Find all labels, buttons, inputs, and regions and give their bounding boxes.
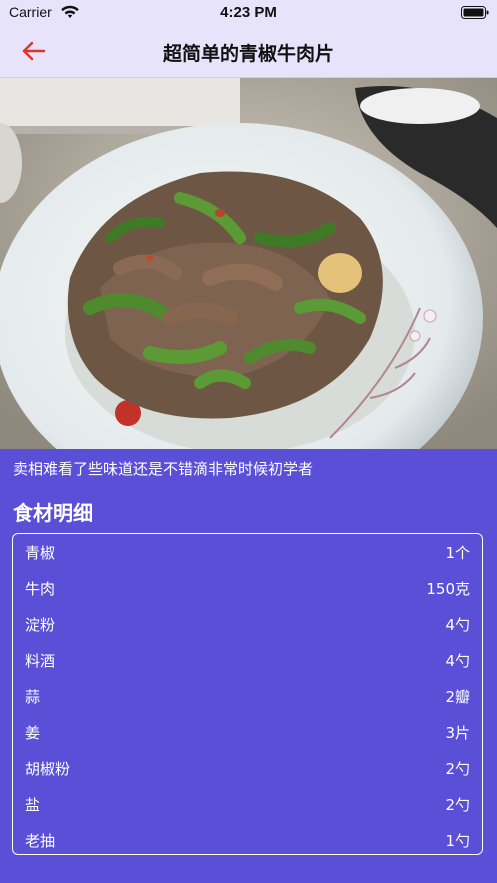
- ingredient-amount: 4勺: [445, 615, 470, 634]
- ingredient-name: 老抽: [25, 831, 56, 850]
- list-item: 青椒 1个: [25, 534, 470, 570]
- ingredient-amount: 2瓣: [445, 687, 470, 706]
- recipe-photo: [0, 78, 497, 449]
- ingredient-name: 料酒: [25, 651, 56, 670]
- page-title: 超简单的青椒牛肉片: [162, 43, 334, 65]
- ingredient-amount: 2勺: [445, 795, 470, 814]
- list-item: 淀粉 4勺: [25, 606, 470, 642]
- list-item: 老抽 1勺: [25, 822, 470, 858]
- ingredient-amount: 4勺: [445, 651, 470, 670]
- ingredient-name: 淀粉: [25, 615, 56, 634]
- ingredient-name: 盐: [25, 795, 41, 814]
- ingredient-amount: 2勺: [445, 759, 470, 778]
- dish-image: [0, 78, 497, 449]
- list-item: 盐 2勺: [25, 786, 470, 822]
- status-bar: Carrier 4:23 PM: [0, 0, 497, 26]
- ingredient-name: 蒜: [25, 687, 41, 706]
- list-item: 牛肉 150克: [25, 570, 470, 606]
- ingredients-list: 青椒 1个 牛肉 150克 淀粉 4勺 料酒 4勺 蒜 2瓣 姜 3片 胡椒粉 2勺 盐 2勺 …: [12, 533, 483, 855]
- ingredient-name: 姜: [25, 723, 41, 742]
- ingredient-amount: 1勺: [445, 831, 470, 850]
- battery-icon: [461, 6, 489, 19]
- ingredient-amount: 150克: [426, 579, 470, 598]
- ingredient-name: 胡椒粉: [25, 759, 71, 778]
- list-item: 蒜 2瓣: [25, 678, 470, 714]
- ingredient-amount: 1个: [445, 543, 470, 562]
- ingredients-heading: 食材明细: [13, 501, 93, 525]
- list-item: 胡椒粉 2勺: [25, 750, 470, 786]
- ingredient-name: 青椒: [25, 543, 56, 562]
- list-item: 料酒 4勺: [25, 642, 470, 678]
- ingredient-amount: 3片: [445, 723, 470, 742]
- list-item: 姜 3片: [25, 714, 470, 750]
- status-time: 4:23 PM: [220, 4, 277, 21]
- navigation-bar: 超简单的青椒牛肉片: [0, 26, 497, 78]
- ingredient-name: 牛肉: [25, 579, 56, 598]
- recipe-description: 卖相难看了些味道还是不错滴非常时候初学者: [13, 460, 314, 478]
